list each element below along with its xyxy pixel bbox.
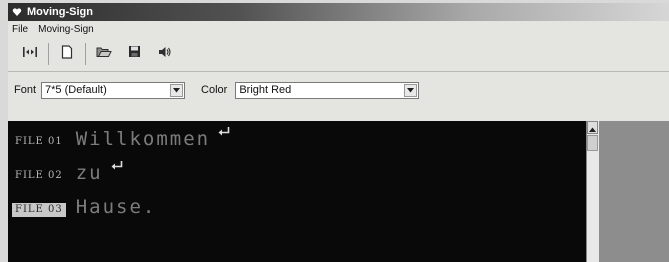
arrow-up-icon — [589, 119, 596, 137]
file-label-selected: FILE 03 — [12, 203, 66, 217]
menu-moving-sign[interactable]: Moving-Sign — [38, 24, 94, 35]
open-folder-button[interactable] — [92, 42, 116, 66]
app-heart-icon — [12, 7, 22, 17]
app-window: Moving-Sign File Moving-Sign Font 7*5 (D… — [8, 3, 669, 262]
line-text[interactable]: zu — [76, 163, 103, 183]
file-label: FILE 01 — [15, 136, 63, 147]
speaker-button[interactable] — [152, 42, 176, 66]
open-folder-icon — [96, 45, 112, 63]
line-text[interactable]: Hause. — [76, 197, 157, 217]
menu-bar: File Moving-Sign — [8, 21, 669, 37]
sign-text-editor[interactable]: FILE 01 Willkommen FILE 02 zu FILE 03 Ha… — [8, 121, 598, 262]
font-bar: Font 7*5 (Default) Color Bright Red — [8, 72, 669, 108]
title-bar[interactable]: Moving-Sign — [8, 3, 669, 21]
toolbar — [8, 37, 669, 72]
font-label: Font — [14, 84, 37, 96]
color-select-dropdown-button[interactable] — [404, 83, 418, 97]
font-select-dropdown-button[interactable] — [170, 83, 184, 97]
vertical-scrollbar[interactable] — [586, 121, 599, 262]
editor-line[interactable]: FILE 02 zu — [12, 159, 124, 183]
scroll-up-button[interactable] — [587, 121, 598, 134]
save-icon — [128, 45, 141, 63]
line-text[interactable]: Willkommen — [76, 129, 210, 149]
enter-return-icon — [217, 125, 231, 143]
editor-line-selected[interactable]: FILE 03 Hause. — [12, 193, 156, 217]
new-document-button[interactable] — [55, 42, 79, 66]
menu-file[interactable]: File — [12, 24, 28, 35]
scroll-thumb[interactable] — [587, 135, 598, 151]
font-select-value: 7*5 (Default) — [45, 84, 107, 96]
file-label: FILE 02 — [15, 170, 63, 181]
side-panel — [599, 121, 669, 262]
font-select[interactable]: 7*5 (Default) — [41, 81, 186, 99]
window-title: Moving-Sign — [27, 6, 93, 18]
color-select-value: Bright Red — [239, 84, 292, 96]
save-button[interactable] — [122, 42, 146, 66]
toolbar-separator — [48, 43, 49, 65]
toolbar-separator — [85, 43, 86, 65]
speaker-icon — [157, 45, 172, 64]
editor-line[interactable]: FILE 01 Willkommen — [12, 125, 231, 149]
color-label: Color — [201, 84, 228, 96]
enter-return-icon — [110, 159, 124, 177]
align-icon — [22, 45, 38, 63]
align-button[interactable] — [18, 42, 42, 66]
chevron-down-icon — [407, 84, 415, 96]
color-select[interactable]: Bright Red — [235, 81, 420, 99]
new-document-icon — [61, 44, 73, 64]
chevron-down-icon — [173, 84, 181, 96]
